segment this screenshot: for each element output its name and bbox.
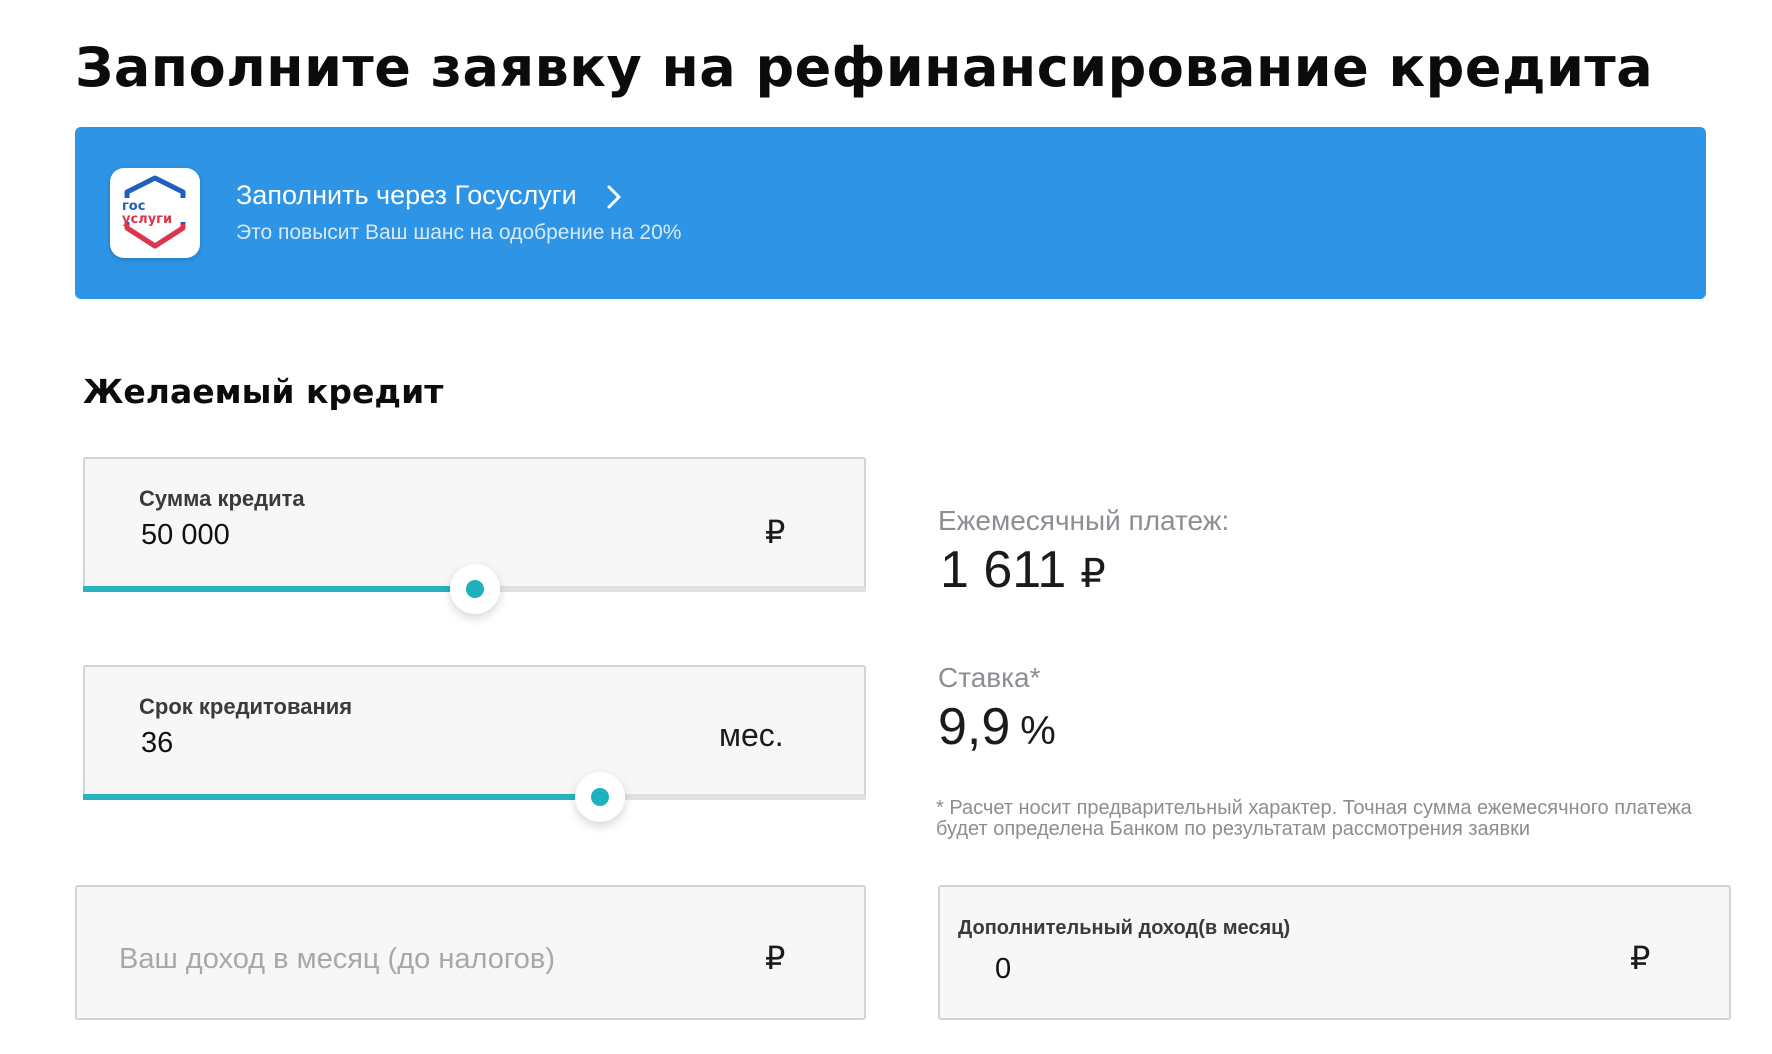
gosuslugi-logo: гос услуги xyxy=(110,168,200,258)
rate-label: Ставка* xyxy=(938,662,1041,693)
loan-term-label: Срок кредитования xyxy=(139,694,353,719)
extra-income-input[interactable]: 0 xyxy=(995,953,1011,986)
income-input[interactable]: Ваш доход в месяц (до налогов) xyxy=(119,943,555,976)
loan-amount-label: Сумма кредита xyxy=(139,486,305,511)
chevron-right-icon[interactable] xyxy=(605,183,623,211)
loan-term-field[interactable]: Срок кредитования 36 мес. xyxy=(83,665,866,800)
gosuslugi-action-label[interactable]: Заполнить через Госуслуги xyxy=(236,180,577,211)
loan-amount-input[interactable]: 50 000 xyxy=(141,519,230,552)
gosuslugi-subtitle: Это повысит Ваш шанс на одобрение на 20% xyxy=(236,221,682,244)
extra-income-field[interactable]: Дополнительный доход(в месяц) 0 ₽ xyxy=(938,885,1731,1020)
months-unit: мес. xyxy=(719,717,784,753)
percent-sign: % xyxy=(1020,709,1056,753)
loan-term-input[interactable]: 36 xyxy=(141,727,173,760)
gos-logo-text-2: услуги xyxy=(122,212,172,227)
rate-value: 9,9 xyxy=(938,698,1011,756)
ruble-sign: ₽ xyxy=(1080,552,1106,596)
income-field[interactable]: Ваш доход в месяц (до налогов) ₽ xyxy=(75,885,866,1020)
calculation-disclaimer: * Расчет носит предварительный характер.… xyxy=(936,797,1692,840)
loan-term-slider[interactable] xyxy=(83,794,866,800)
loan-term-slider-fill xyxy=(83,794,600,800)
rate: 9,9% xyxy=(938,697,1056,757)
section-title-desired-credit: Желаемый кредит xyxy=(83,372,444,411)
gosuslugi-banner[interactable]: гос услуги Заполнить через Госуслуги Это… xyxy=(75,127,1706,299)
gosuslugi-logo-icon: гос услуги xyxy=(120,175,190,249)
monthly-payment-value: 1 611 xyxy=(940,541,1067,599)
monthly-payment-label: Ежемесячный платеж: xyxy=(938,505,1230,536)
ruble-sign: ₽ xyxy=(765,940,786,976)
loan-amount-slider-thumb[interactable] xyxy=(450,564,500,614)
ruble-sign: ₽ xyxy=(1630,940,1651,976)
loan-amount-slider-fill xyxy=(83,586,475,592)
ruble-sign: ₽ xyxy=(765,514,786,550)
monthly-payment: 1 611 ₽ xyxy=(940,540,1106,600)
loan-term-slider-thumb[interactable] xyxy=(575,772,625,822)
extra-income-label: Дополнительный доход(в месяц) xyxy=(958,917,1291,939)
page-title: Заполните заявку на рефинансирование кре… xyxy=(75,36,1654,99)
